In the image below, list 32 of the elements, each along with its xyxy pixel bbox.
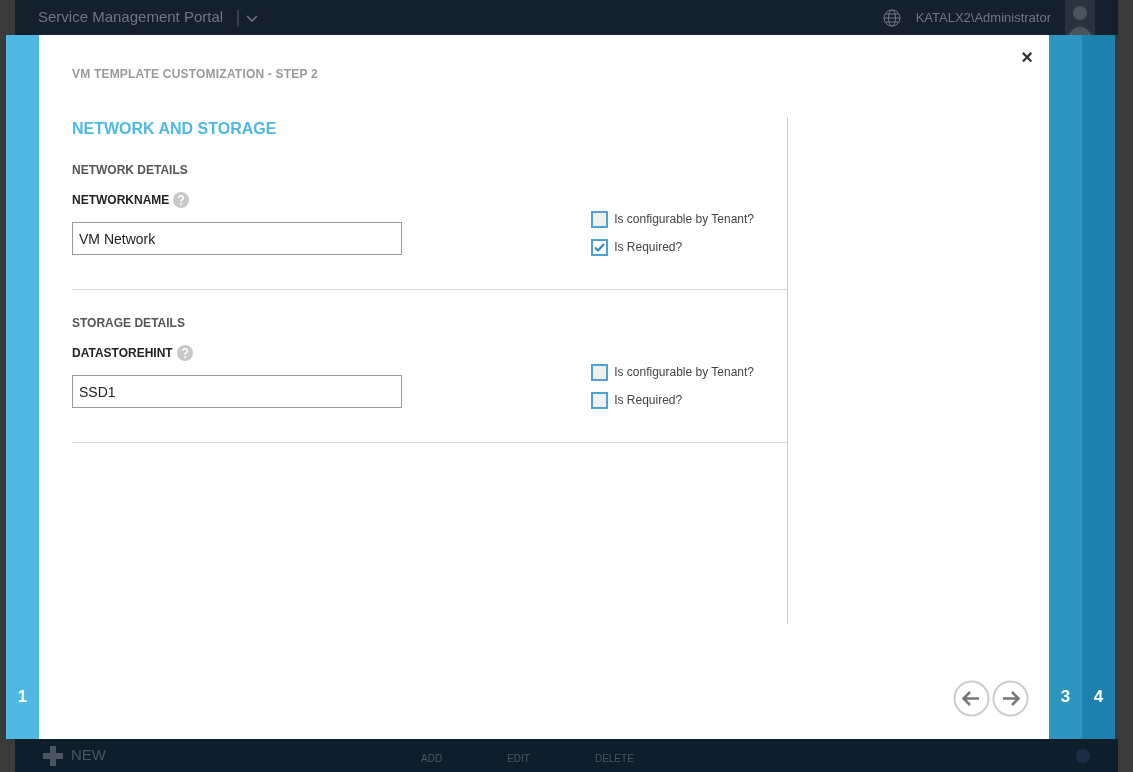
field-label: NETWORKNAME bbox=[72, 192, 170, 209]
avatar-icon[interactable] bbox=[1065, 0, 1095, 35]
step-tab[interactable]: 4 bbox=[1082, 35, 1115, 739]
command-label[interactable]: EDIT bbox=[507, 751, 530, 766]
checkmark-icon bbox=[594, 242, 606, 252]
command-label[interactable]: DELETE bbox=[594, 751, 634, 766]
field-label: DATASTOREHINT bbox=[72, 345, 173, 362]
step-tab[interactable]: 3 bbox=[1049, 35, 1082, 739]
checkbox[interactable] bbox=[591, 210, 609, 228]
text-field[interactable]: SSD1 bbox=[72, 375, 402, 408]
checkbox[interactable] bbox=[591, 363, 609, 381]
plus-icon[interactable] bbox=[43, 745, 63, 766]
checkbox[interactable] bbox=[591, 238, 609, 256]
section-heading: NETWORK AND STORAGE bbox=[72, 119, 278, 139]
portal-title: Service Management Portal bbox=[38, 7, 224, 28]
help-icon[interactable] bbox=[173, 192, 190, 208]
close-button[interactable]: × bbox=[1021, 47, 1033, 67]
text-field[interactable]: VM Network bbox=[72, 222, 402, 255]
checkbox-label: Is configurable by Tenant? bbox=[614, 211, 754, 228]
wizard-title: VM TEMPLATE CUSTOMIZATION - STEP 2 bbox=[72, 66, 319, 83]
command-label[interactable]: ADD bbox=[421, 751, 443, 766]
checkbox-label: Is Required? bbox=[614, 239, 683, 256]
checkbox[interactable] bbox=[591, 391, 609, 409]
subsection-title: NETWORK DETAILS bbox=[72, 162, 189, 179]
step-tab[interactable]: 1 bbox=[6, 35, 39, 739]
help-icon[interactable] bbox=[176, 345, 193, 361]
new-label[interactable]: NEW bbox=[71, 744, 106, 767]
subsection-title: STORAGE DETAILS bbox=[72, 315, 186, 332]
checkbox-label: Is Required? bbox=[614, 392, 683, 409]
checkbox-label: Is configurable by Tenant? bbox=[614, 364, 754, 381]
user-name[interactable]: KATALX2\Administrator bbox=[915, 7, 1051, 28]
globe-icon[interactable] bbox=[882, 8, 901, 27]
